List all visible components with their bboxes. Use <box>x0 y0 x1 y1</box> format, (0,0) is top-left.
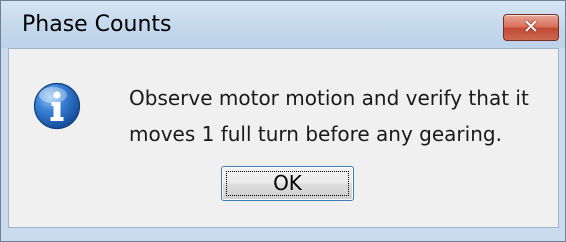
information-icon <box>33 82 81 130</box>
message-line-1: Observe motor motion and verify that it <box>129 86 529 110</box>
dialog-window: Phase Counts ✕ Observe motor motion and … <box>0 0 566 242</box>
ok-button[interactable]: OK <box>221 166 354 201</box>
title-bar[interactable]: Phase Counts ✕ <box>1 1 565 48</box>
dialog-message: Observe motor motion and verify that it … <box>129 80 549 152</box>
close-icon: ✕ <box>523 16 539 38</box>
message-line-2: moves 1 full turn before any gearing. <box>129 122 502 146</box>
dialog-body: Observe motor motion and verify that it … <box>8 48 559 228</box>
dialog-title: Phase Counts <box>22 12 172 37</box>
close-button[interactable]: ✕ <box>503 14 559 41</box>
ok-button-label: OK <box>273 171 302 195</box>
